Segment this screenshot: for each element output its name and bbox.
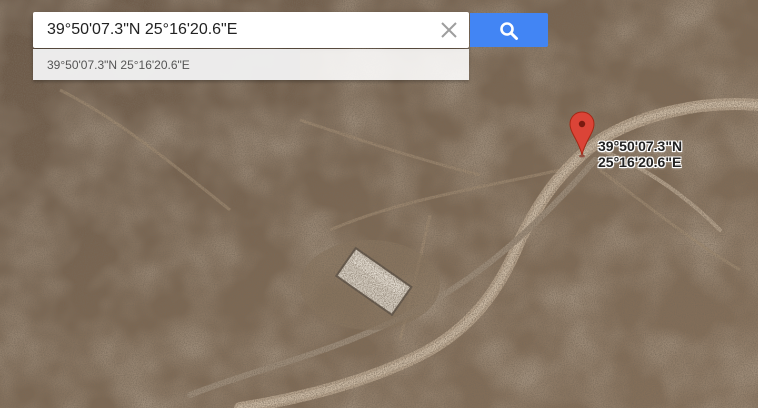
marker-longitude: 25°16'20.6"E: [598, 154, 682, 170]
search-button[interactable]: [470, 13, 548, 47]
marker-latitude: 39°50'07.3"N: [598, 138, 683, 154]
close-icon[interactable]: [437, 18, 461, 42]
search-icon: [500, 22, 518, 40]
map-pin-icon[interactable]: [569, 111, 595, 159]
suggestion-text: 39°50'07.3"N 25°16'20.6"E: [47, 58, 190, 72]
search-box: [33, 12, 469, 48]
suggestion-list: 39°50'07.3"N 25°16'20.6"E: [33, 49, 469, 80]
marker-label: 39°50'07.3"N 25°16'20.6"E: [598, 138, 682, 170]
search-input[interactable]: [33, 12, 423, 48]
